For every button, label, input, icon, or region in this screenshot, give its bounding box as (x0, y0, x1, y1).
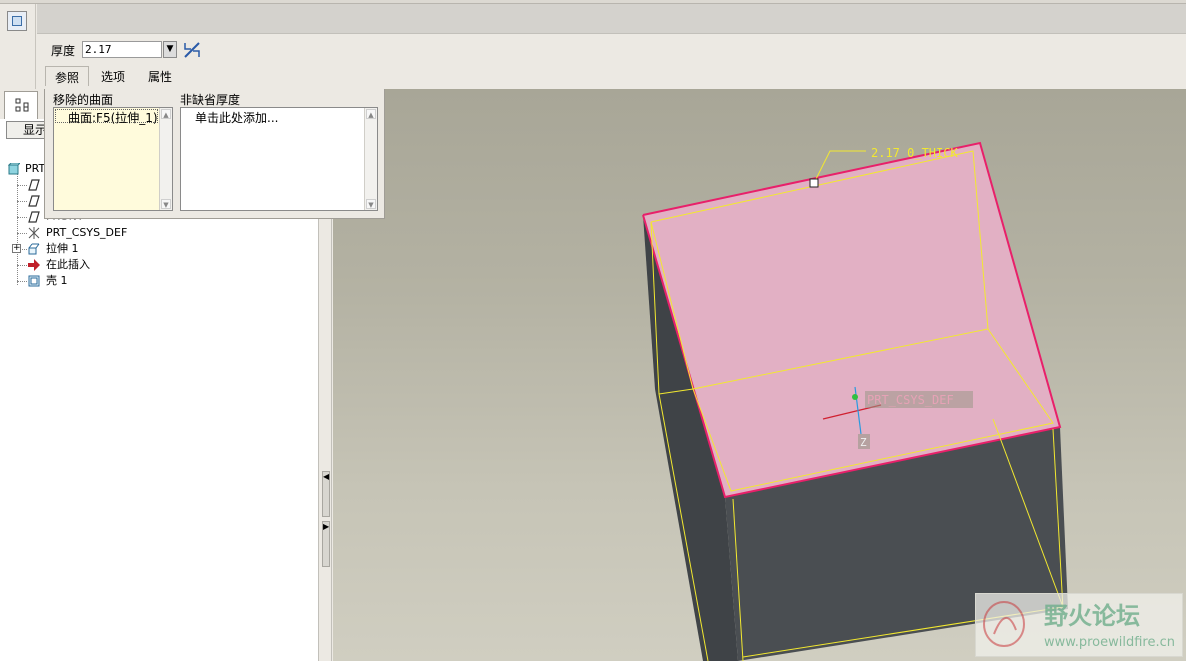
watermark-logo: 野火论坛 www.proewildfire.cn (975, 593, 1183, 657)
scroll-down-icon[interactable]: ▼ (366, 199, 376, 209)
dimension-handle[interactable] (809, 178, 819, 188)
non-default-thickness-list[interactable]: 单击此处添加... ▲ ▼ (180, 107, 378, 211)
tab-options[interactable]: 选项 (92, 66, 134, 86)
insert-here-arrow-icon (28, 259, 40, 271)
dimension-label[interactable]: 2.17 0_THICK (871, 146, 958, 160)
tree-item-label: 壳 1 (46, 274, 68, 287)
flip-direction-icon[interactable] (182, 40, 202, 60)
thickness-label: 厚度 (51, 44, 76, 58)
click-to-add-item[interactable]: 单击此处添加... (195, 109, 278, 126)
model-tree-icon (15, 98, 29, 112)
shell-icon (28, 275, 40, 287)
graphics-viewport[interactable]: 2.17 0_THICK PRT_CSYS_DEF Z (333, 89, 1186, 661)
part-icon (8, 163, 20, 175)
watermark-url: www.proewildfire.cn (1044, 635, 1175, 650)
tree-item-insert-here[interactable]: 在此插入 (0, 257, 318, 273)
model-canvas[interactable]: 2.17 0_THICK PRT_CSYS_DEF Z (333, 89, 1186, 661)
window-icon (12, 16, 22, 26)
tab-model-tree[interactable] (4, 91, 38, 119)
tree-item-shell[interactable]: 壳 1 (0, 273, 318, 289)
axis-label: Z (860, 436, 867, 449)
extrude-icon (28, 243, 40, 255)
tree-item-label: PRT_CSYS_DEF (46, 226, 128, 239)
tab-references[interactable]: 参照 (45, 66, 90, 86)
csys-label[interactable]: PRT_CSYS_DEF (867, 393, 954, 407)
removed-surfaces-label: 移除的曲面 (53, 93, 114, 107)
scrollbar[interactable]: ▲ ▼ (159, 108, 172, 210)
csys-origin-icon (852, 394, 858, 400)
scroll-up-icon[interactable]: ▲ (161, 109, 171, 119)
collapse-left-icon[interactable]: ◀ (322, 471, 330, 517)
expand-toggle-icon[interactable]: + (12, 244, 21, 253)
tree-item-label: 拉伸 1 (46, 242, 79, 255)
datum-plane-icon (28, 179, 40, 191)
tree-item-extrude[interactable]: + 拉伸 1 (0, 241, 318, 257)
removed-surfaces-list[interactable]: 曲面:F5(拉伸_1) ▲ ▼ (53, 107, 173, 211)
scrollbar[interactable]: ▲ ▼ (364, 108, 377, 210)
scroll-down-icon[interactable]: ▼ (161, 199, 171, 209)
non-default-thickness-label: 非缺省厚度 (180, 93, 241, 107)
tab-properties[interactable]: 属性 (139, 66, 181, 86)
csys-icon (28, 227, 40, 239)
flame-logo-icon: 野火论坛 www.proewildfire.cn (983, 601, 1175, 650)
dashboard-header (37, 4, 1186, 34)
expand-right-icon[interactable]: ▶ (322, 521, 330, 567)
chevron-down-icon: ▼ (166, 44, 174, 54)
tree-item-csys[interactable]: PRT_CSYS_DEF (0, 225, 318, 241)
left-toolbar (0, 4, 36, 89)
datum-plane-icon (28, 195, 40, 207)
model-tree-toggle-button[interactable] (7, 11, 27, 31)
scroll-up-icon[interactable]: ▲ (366, 109, 376, 119)
datum-plane-icon (28, 211, 40, 223)
watermark-brand: 野火论坛 (1044, 602, 1140, 630)
tree-item-label: 在此插入 (46, 258, 90, 271)
thickness-dropdown-button[interactable]: ▼ (163, 41, 177, 58)
shell-dashboard: 厚度 2.17 ▼ 参照 选项 属性 (37, 34, 1186, 89)
removed-surface-item[interactable]: 曲面:F5(拉伸_1) (68, 109, 158, 126)
thickness-input[interactable]: 2.17 (82, 41, 162, 58)
references-panel: 移除的曲面 曲面:F5(拉伸_1) ▲ ▼ 非缺省厚度 单击此处添加... ▲ … (44, 89, 385, 219)
app-window: 厚度 2.17 ▼ 参照 选项 属性 显示 PRT PRT_CSYS_DEF +… (0, 0, 1186, 661)
tree-item-label: PRT (25, 162, 46, 175)
